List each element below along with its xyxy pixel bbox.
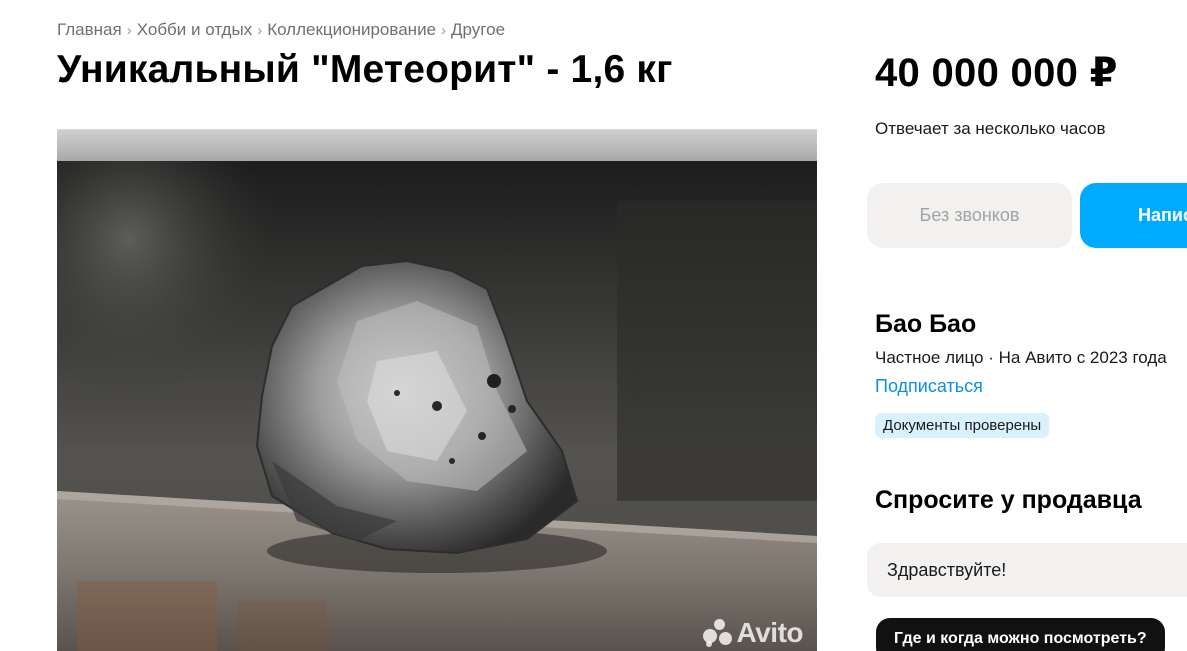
avito-watermark: Avito <box>702 617 804 649</box>
page-title: Уникальный "Метеорит" - 1,6 кг <box>57 48 673 91</box>
subscribe-link[interactable]: Подписаться <box>875 376 983 397</box>
breadcrumb: Главная › Хобби и отдых › Коллекциониров… <box>57 20 505 40</box>
breadcrumb-separator-icon: › <box>257 21 263 39</box>
photo-gallery[interactable]: Avito <box>57 129 817 651</box>
breadcrumb-separator-icon: › <box>441 21 447 39</box>
breadcrumb-collecting[interactable]: Коллекционирование <box>267 20 436 40</box>
quick-question-chip[interactable]: Где и когда можно посмотреть? <box>876 618 1165 651</box>
price: 40 000 000 ₽ <box>875 51 1118 95</box>
breadcrumb-other[interactable]: Другое <box>451 20 505 40</box>
listing-page: Главная › Хобби и отдых › Коллекциониров… <box>0 0 1187 651</box>
ask-seller-title: Спросите у продавца <box>875 486 1142 514</box>
breadcrumb-hobby[interactable]: Хобби и отдых <box>137 20 252 40</box>
seller-name[interactable]: Бао Бао <box>875 310 976 339</box>
documents-verified-badge: Документы проверены <box>875 413 1050 438</box>
listing-photo[interactable]: Avito <box>57 161 817 651</box>
seller-meta: Частное лицо · На Авито с 2023 года <box>875 348 1167 367</box>
write-message-button[interactable]: Написать <box>1080 183 1187 248</box>
message-input[interactable] <box>867 543 1187 597</box>
avito-watermark-text: Avito <box>736 617 804 648</box>
gallery-thumbnail-strip <box>57 129 817 161</box>
reply-time: Отвечает за несколько часов <box>875 119 1106 138</box>
no-calls-button[interactable]: Без звонков <box>867 183 1072 248</box>
breadcrumb-separator-icon: › <box>126 21 132 39</box>
meteorite-photo-image <box>57 161 817 651</box>
breadcrumb-home[interactable]: Главная <box>57 20 122 40</box>
avito-logo-icon <box>702 619 733 647</box>
